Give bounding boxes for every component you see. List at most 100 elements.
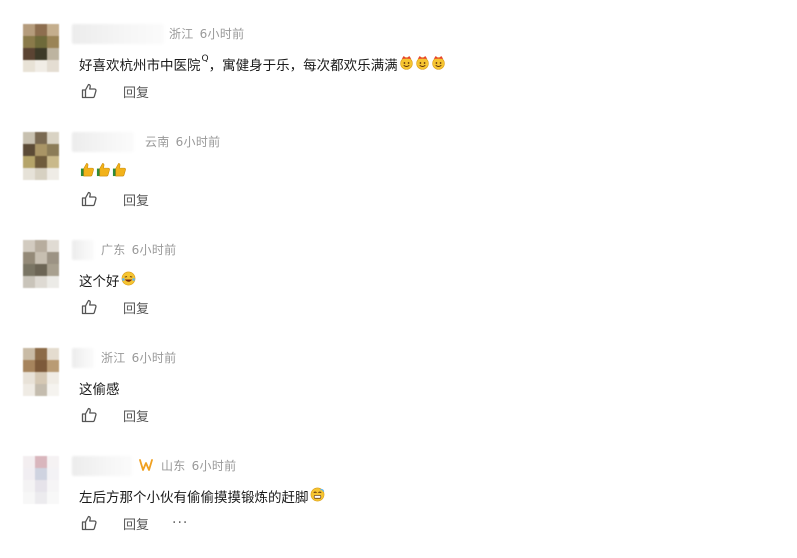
emoji-group xyxy=(120,271,136,290)
avatar-mosaic-cell xyxy=(35,456,47,468)
avatar-mosaic-cell xyxy=(35,480,47,492)
comment-actions: 回复 xyxy=(80,297,149,317)
avatar[interactable] xyxy=(23,132,59,180)
avatar-mosaic-cell xyxy=(23,468,35,480)
avatar-mosaic-cell xyxy=(35,468,47,480)
avatar-mosaic-cell xyxy=(35,156,47,168)
avatar-mosaic-cell xyxy=(23,264,35,276)
member-badge-icon[interactable] xyxy=(139,459,153,471)
username-blurred[interactable] xyxy=(72,132,134,152)
timestamp: 6小时前 xyxy=(131,243,177,257)
thumbs-up-icon xyxy=(112,162,127,177)
avatar[interactable] xyxy=(23,348,59,396)
avatar-mosaic-cell xyxy=(47,384,59,396)
comment-meta: 浙江 6小时前 xyxy=(101,349,176,366)
comment-item: 山东 6小时前 左后方那个小伙有偷偷摸摸锻炼的赶脚 回复 ··· xyxy=(0,450,797,558)
avatar-mosaic-cell xyxy=(35,348,47,360)
username-blurred[interactable] xyxy=(72,240,94,260)
avatar[interactable] xyxy=(23,24,59,72)
thumbs-up-icon xyxy=(80,162,95,177)
thumbs-up-icon[interactable] xyxy=(80,82,98,100)
comment-meta: 广东 6小时前 xyxy=(101,241,176,258)
avatar-mosaic-cell xyxy=(47,468,59,480)
avatar-mosaic-cell xyxy=(23,276,35,288)
avatar-mosaic-cell xyxy=(35,24,47,36)
avatar-mosaic-cell xyxy=(35,252,47,264)
avatar-mosaic-cell xyxy=(47,144,59,156)
comment-text: 好喜欢杭州市中医院 Q ，寓健身于乐，每次都欢乐满满 xyxy=(79,54,446,74)
avatar-mosaic-cell xyxy=(23,36,35,48)
avatar-mosaic-cell xyxy=(23,456,35,468)
location-label: 山东 xyxy=(161,459,186,473)
avatar-mosaic-cell xyxy=(35,144,47,156)
avatar-mosaic-cell xyxy=(35,48,47,60)
username-blurred[interactable] xyxy=(72,456,132,476)
avatar-mosaic-cell xyxy=(35,492,47,504)
thumbs-up-icon[interactable] xyxy=(80,190,98,208)
search-icon[interactable]: Q xyxy=(202,54,209,64)
avatar-mosaic-cell xyxy=(23,252,35,264)
username-blurred[interactable] xyxy=(72,24,164,44)
comment-meta: 山东 6小时前 xyxy=(161,457,236,474)
timestamp: 6小时前 xyxy=(131,351,177,365)
avatar-mosaic-cell xyxy=(35,264,47,276)
reply-button[interactable]: 回复 xyxy=(123,190,149,209)
location-label: 浙江 xyxy=(101,351,126,365)
more-options-button[interactable]: ··· xyxy=(172,515,188,531)
avatar-mosaic-cell xyxy=(23,144,35,156)
avatar-mosaic-cell xyxy=(47,240,59,252)
thumbs-up-icon[interactable] xyxy=(80,298,98,316)
avatar-mosaic-cell xyxy=(35,168,47,180)
avatar-mosaic-cell xyxy=(35,36,47,48)
thumbs-up-icon[interactable] xyxy=(80,514,98,532)
smile-face-with-hat-icon xyxy=(399,55,414,70)
avatar-mosaic-cell xyxy=(23,492,35,504)
avatar-mosaic-cell xyxy=(23,60,35,72)
comment-actions: 回复 xyxy=(80,81,149,101)
avatar-mosaic-cell xyxy=(23,480,35,492)
avatar[interactable] xyxy=(23,240,59,288)
timestamp: 6小时前 xyxy=(199,27,245,41)
avatar-mosaic-cell xyxy=(47,456,59,468)
comment-meta: 浙江 6小时前 xyxy=(169,25,244,42)
comment-actions: 回复 xyxy=(80,189,149,209)
comment-actions: 回复 ··· xyxy=(80,513,188,533)
avatar-mosaic-cell xyxy=(47,372,59,384)
reply-button[interactable]: 回复 xyxy=(123,406,149,425)
avatar-mosaic-cell xyxy=(23,384,35,396)
comment-actions: 回复 xyxy=(80,405,149,425)
comment-text: 这偷感 xyxy=(79,378,120,398)
laughing-tears-icon xyxy=(121,271,136,286)
avatar[interactable] xyxy=(23,456,59,504)
avatar-mosaic-cell xyxy=(23,360,35,372)
avatar-mosaic-cell xyxy=(35,60,47,72)
avatar-mosaic-cell xyxy=(23,48,35,60)
comment-text: 这个好 xyxy=(79,270,136,290)
avatar-mosaic-cell xyxy=(35,132,47,144)
avatar-mosaic-cell xyxy=(47,252,59,264)
username-blurred[interactable] xyxy=(72,348,94,368)
reply-button[interactable]: 回复 xyxy=(123,298,149,317)
reply-button[interactable]: 回复 xyxy=(123,514,149,533)
thumbs-up-icon[interactable] xyxy=(80,406,98,424)
timestamp: 6小时前 xyxy=(191,459,237,473)
smile-face-with-hat-icon xyxy=(431,55,446,70)
comment-text-link[interactable]: 好喜欢杭州市中医院 xyxy=(79,54,201,74)
location-label: 云南 xyxy=(145,135,170,149)
avatar-mosaic-cell xyxy=(47,168,59,180)
comment-item: 云南 6小时前 回复 xyxy=(0,126,797,234)
avatar-mosaic-cell xyxy=(35,240,47,252)
reply-button[interactable]: 回复 xyxy=(123,82,149,101)
avatar-mosaic-cell xyxy=(23,24,35,36)
timestamp: 6小时前 xyxy=(175,135,221,149)
comment-item: 浙江 6小时前 这偷感 回复 xyxy=(0,342,797,450)
avatar-mosaic-cell xyxy=(47,24,59,36)
thumbs-up-icon xyxy=(96,162,111,177)
emoji-group xyxy=(79,162,127,181)
avatar-mosaic-cell xyxy=(23,168,35,180)
avatar-mosaic-cell xyxy=(23,372,35,384)
comment-item: 广东 6小时前 这个好 回复 xyxy=(0,234,797,342)
avatar-mosaic-cell xyxy=(23,240,35,252)
location-label: 浙江 xyxy=(169,27,194,41)
comment-text-body: 这偷感 xyxy=(79,382,120,398)
